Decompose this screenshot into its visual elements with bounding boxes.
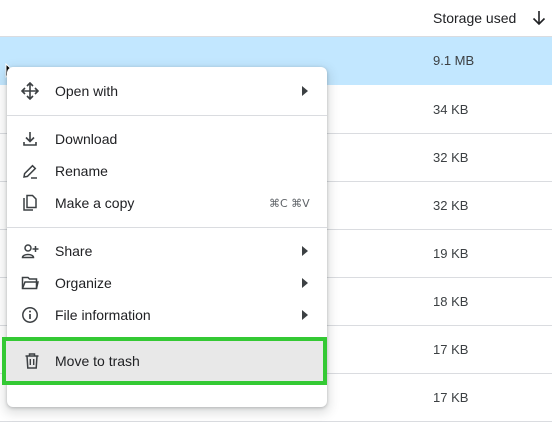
move-arrows-icon (21, 82, 39, 100)
sort-descending-icon[interactable] (532, 10, 546, 26)
storage-size: 17 KB (433, 342, 469, 357)
storage-used-column-header[interactable]: Storage used (433, 10, 516, 26)
menu-item-label: Download (55, 131, 118, 147)
menu-item-label: Make a copy (55, 195, 135, 211)
storage-size: 18 KB (433, 294, 469, 309)
menu-item-rename[interactable]: Rename (7, 155, 327, 187)
menu-item-open-with[interactable]: Open with (7, 75, 327, 107)
menu-item-file-information[interactable]: File information (7, 299, 327, 331)
menu-item-label: Share (55, 243, 93, 259)
trash-icon (23, 352, 41, 370)
menu-item-label: Rename (55, 163, 108, 179)
storage-size: 34 KB (433, 102, 469, 117)
menu-item-label: Open with (55, 83, 119, 99)
folder-open-icon (21, 274, 39, 292)
menu-divider (7, 115, 327, 116)
pencil-icon (21, 162, 39, 180)
submenu-arrow-icon (302, 86, 308, 96)
menu-item-move-to-trash[interactable]: Move to trash (2, 337, 327, 385)
copy-icon (21, 194, 39, 212)
storage-size: 9.1 MB (433, 53, 475, 68)
submenu-arrow-icon (302, 278, 308, 288)
keyboard-shortcut: ⌘C ⌘V (269, 197, 310, 210)
storage-size: 32 KB (433, 198, 469, 213)
menu-item-label: Organize (55, 275, 112, 291)
info-icon (21, 306, 39, 324)
menu-item-download[interactable]: Download (7, 123, 327, 155)
menu-item-label: File information (55, 307, 151, 323)
menu-item-share[interactable]: Share (7, 235, 327, 267)
download-icon (21, 130, 39, 148)
submenu-arrow-icon (302, 310, 308, 320)
menu-divider (7, 227, 327, 228)
menu-item-label: Move to trash (55, 353, 140, 369)
submenu-arrow-icon (302, 246, 308, 256)
storage-size: 19 KB (433, 246, 469, 261)
storage-size: 32 KB (433, 150, 469, 165)
storage-size: 17 KB (433, 390, 469, 405)
menu-item-make-a-copy[interactable]: Make a copy ⌘C ⌘V (7, 187, 327, 219)
add-person-icon (21, 242, 39, 260)
list-header: Storage used (0, 0, 552, 37)
menu-item-organize[interactable]: Organize (7, 267, 327, 299)
